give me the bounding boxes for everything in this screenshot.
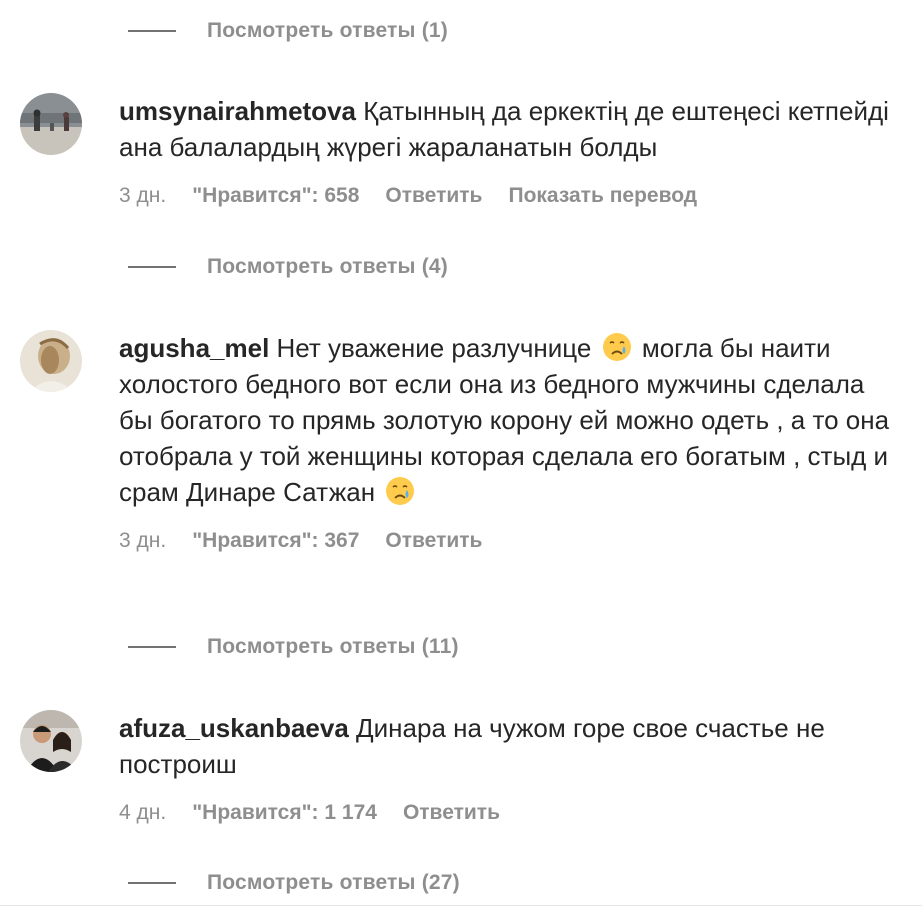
- show-translation-button[interactable]: Показать перевод: [508, 184, 697, 208]
- crying-face-icon: [602, 333, 631, 361]
- comment-text: afuza_uskanbaeva Динара на чужом горе св…: [119, 710, 891, 782]
- reply-button[interactable]: Ответить: [385, 184, 482, 208]
- replies-divider-line: [128, 266, 176, 268]
- view-replies-label: Посмотреть ответы (27): [207, 871, 460, 894]
- avatar[interactable]: [20, 330, 82, 392]
- comment-meta: 3 дн. "Нравится": 658 Ответить Показать …: [119, 182, 891, 210]
- replies-divider-line: [128, 646, 176, 648]
- crying-face-icon: [386, 477, 415, 505]
- view-replies-label: Посмотреть ответы (1): [207, 19, 448, 42]
- like-count[interactable]: "Нравится": 658: [192, 184, 359, 208]
- avatar-image: [20, 93, 82, 155]
- comment-text: agusha_mel Нет уважение разлучнице могла…: [119, 330, 891, 510]
- comment-username[interactable]: afuza_uskanbaeva: [119, 713, 349, 743]
- comment-timestamp: 3 дн.: [119, 184, 167, 207]
- replies-divider-line: [128, 30, 176, 32]
- avatar[interactable]: [20, 710, 82, 772]
- comment-username[interactable]: agusha_mel: [119, 333, 269, 363]
- view-replies-button[interactable]: Посмотреть ответы (27): [128, 869, 460, 897]
- avatar[interactable]: [20, 93, 82, 155]
- view-replies-label: Посмотреть ответы (11): [207, 635, 459, 658]
- view-replies-button[interactable]: Посмотреть ответы (1): [128, 17, 448, 45]
- reply-button[interactable]: Ответить: [403, 801, 500, 825]
- avatar-image: [20, 710, 82, 772]
- like-count[interactable]: "Нравится": 1 174: [192, 801, 377, 825]
- comment-timestamp: 3 дн.: [119, 529, 167, 552]
- replies-divider-line: [128, 882, 176, 884]
- bottom-divider: [0, 905, 922, 906]
- comment-text: umsynairahmetova Қатынның да еркектің де…: [119, 93, 891, 165]
- avatar-image: [20, 330, 82, 392]
- comment-timestamp: 4 дн.: [119, 801, 167, 824]
- comment-body-part: Нет уважение разлучнице: [276, 333, 592, 363]
- comment-username[interactable]: umsynairahmetova: [119, 96, 356, 126]
- comment-meta: 3 дн. "Нравится": 367 Ответить: [119, 527, 891, 555]
- view-replies-button[interactable]: Посмотреть ответы (4): [128, 253, 448, 281]
- comment-meta: 4 дн. "Нравится": 1 174 Ответить: [119, 799, 891, 827]
- reply-button[interactable]: Ответить: [385, 529, 482, 553]
- view-replies-button[interactable]: Посмотреть ответы (11): [128, 633, 459, 661]
- view-replies-label: Посмотреть ответы (4): [207, 255, 448, 278]
- like-count[interactable]: "Нравится": 367: [192, 529, 359, 553]
